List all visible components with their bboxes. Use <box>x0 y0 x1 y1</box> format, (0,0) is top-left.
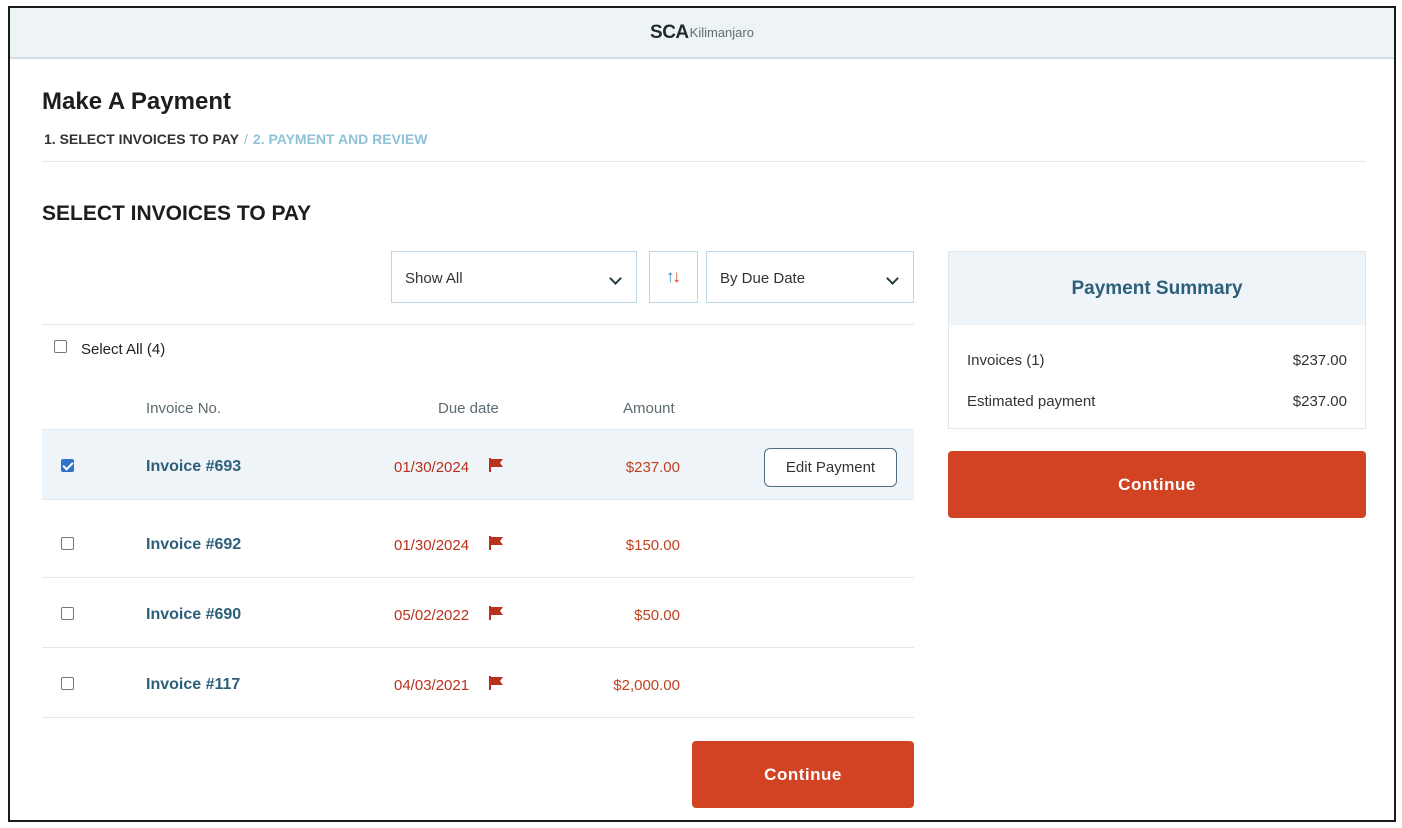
show-filter-select[interactable]: Show All <box>391 251 637 303</box>
summary-row-estimated-payment: Estimated payment $237.00 <box>967 393 1347 410</box>
header-divider <box>42 161 1366 162</box>
breadcrumb: 1. SELECT INVOICES TO PAY/ 2. PAYMENT AND… <box>44 131 427 147</box>
payment-summary-panel: Payment Summary Invoices (1) $237.00 Est… <box>948 251 1366 429</box>
sort-arrows-icon: ↑↓ <box>666 267 681 286</box>
sort-by-value: By Due Date <box>720 270 806 287</box>
continue-button[interactable]: Continue <box>692 741 914 808</box>
invoice-checkbox[interactable] <box>61 607 74 620</box>
step-payment-review[interactable]: 2. PAYMENT AND REVIEW <box>253 131 428 147</box>
table-row[interactable]: Invoice #117 04/03/2021 $2,000.00 <box>42 648 914 718</box>
payment-summary-title: Payment Summary <box>949 252 1365 325</box>
invoice-checkbox[interactable] <box>61 677 74 690</box>
list-divider <box>42 324 914 325</box>
invoice-amount: $237.00 <box>625 459 680 476</box>
overdue-flag-icon <box>489 458 503 472</box>
invoice-amount: $2,000.00 <box>613 677 680 694</box>
summary-label: Invoices (1) <box>967 352 1045 369</box>
select-all-label: Select All (4) <box>81 341 166 358</box>
overdue-flag-icon <box>489 606 503 620</box>
overdue-flag-icon <box>489 676 503 690</box>
top-bar: SCA Kilimanjaro <box>10 8 1394 59</box>
table-row[interactable]: Invoice #690 05/02/2022 $50.00 <box>42 578 914 648</box>
due-date: 01/30/2024 <box>394 459 470 476</box>
invoice-number-link[interactable]: Invoice #693 <box>146 458 241 476</box>
brand-logo[interactable]: SCA <box>650 22 689 44</box>
invoice-number-link[interactable]: Invoice #692 <box>146 536 241 554</box>
due-date: 04/03/2021 <box>394 677 470 694</box>
sort-by-select[interactable]: By Due Date <box>706 251 914 303</box>
invoice-number-link[interactable]: Invoice #117 <box>146 676 240 694</box>
invoice-checkbox[interactable] <box>61 537 74 550</box>
app-window: SCA Kilimanjaro Make A Payment 1. SELECT… <box>8 6 1396 822</box>
overdue-flag-icon <box>489 536 503 550</box>
chevron-down-icon <box>609 272 622 285</box>
summary-continue-button[interactable]: Continue <box>948 451 1366 518</box>
summary-label: Estimated payment <box>967 393 1096 410</box>
invoice-amount: $50.00 <box>634 607 680 624</box>
show-filter-value: Show All <box>405 270 463 287</box>
section-title: SELECT INVOICES TO PAY <box>42 202 312 225</box>
chevron-down-icon <box>886 272 899 285</box>
due-date: 01/30/2024 <box>394 537 470 554</box>
table-row[interactable]: Invoice #693 01/30/2024 $237.00 Edit Pay… <box>42 430 914 500</box>
brand-subtitle: Kilimanjaro <box>689 25 754 40</box>
summary-value: $237.00 <box>1292 393 1347 410</box>
invoice-checkbox[interactable] <box>61 459 74 472</box>
column-header-due-date: Due date <box>438 400 499 417</box>
due-date: 05/02/2022 <box>394 607 470 624</box>
summary-value: $237.00 <box>1292 352 1347 369</box>
column-header-amount: Amount <box>623 400 675 417</box>
select-all-checkbox[interactable] <box>54 340 67 353</box>
edit-payment-button[interactable]: Edit Payment <box>764 448 897 487</box>
breadcrumb-separator: / <box>244 131 248 147</box>
summary-row-invoices: Invoices (1) $237.00 <box>967 352 1347 369</box>
table-row[interactable]: Invoice #692 01/30/2024 $150.00 <box>42 508 914 578</box>
invoice-number-link[interactable]: Invoice #690 <box>146 606 241 624</box>
page-title: Make A Payment <box>42 88 231 115</box>
invoice-amount: $150.00 <box>625 537 680 554</box>
column-header-invoice-no: Invoice No. <box>146 400 222 417</box>
sort-direction-button[interactable]: ↑↓ <box>649 251 698 303</box>
step-select-invoices: 1. SELECT INVOICES TO PAY <box>44 131 240 147</box>
